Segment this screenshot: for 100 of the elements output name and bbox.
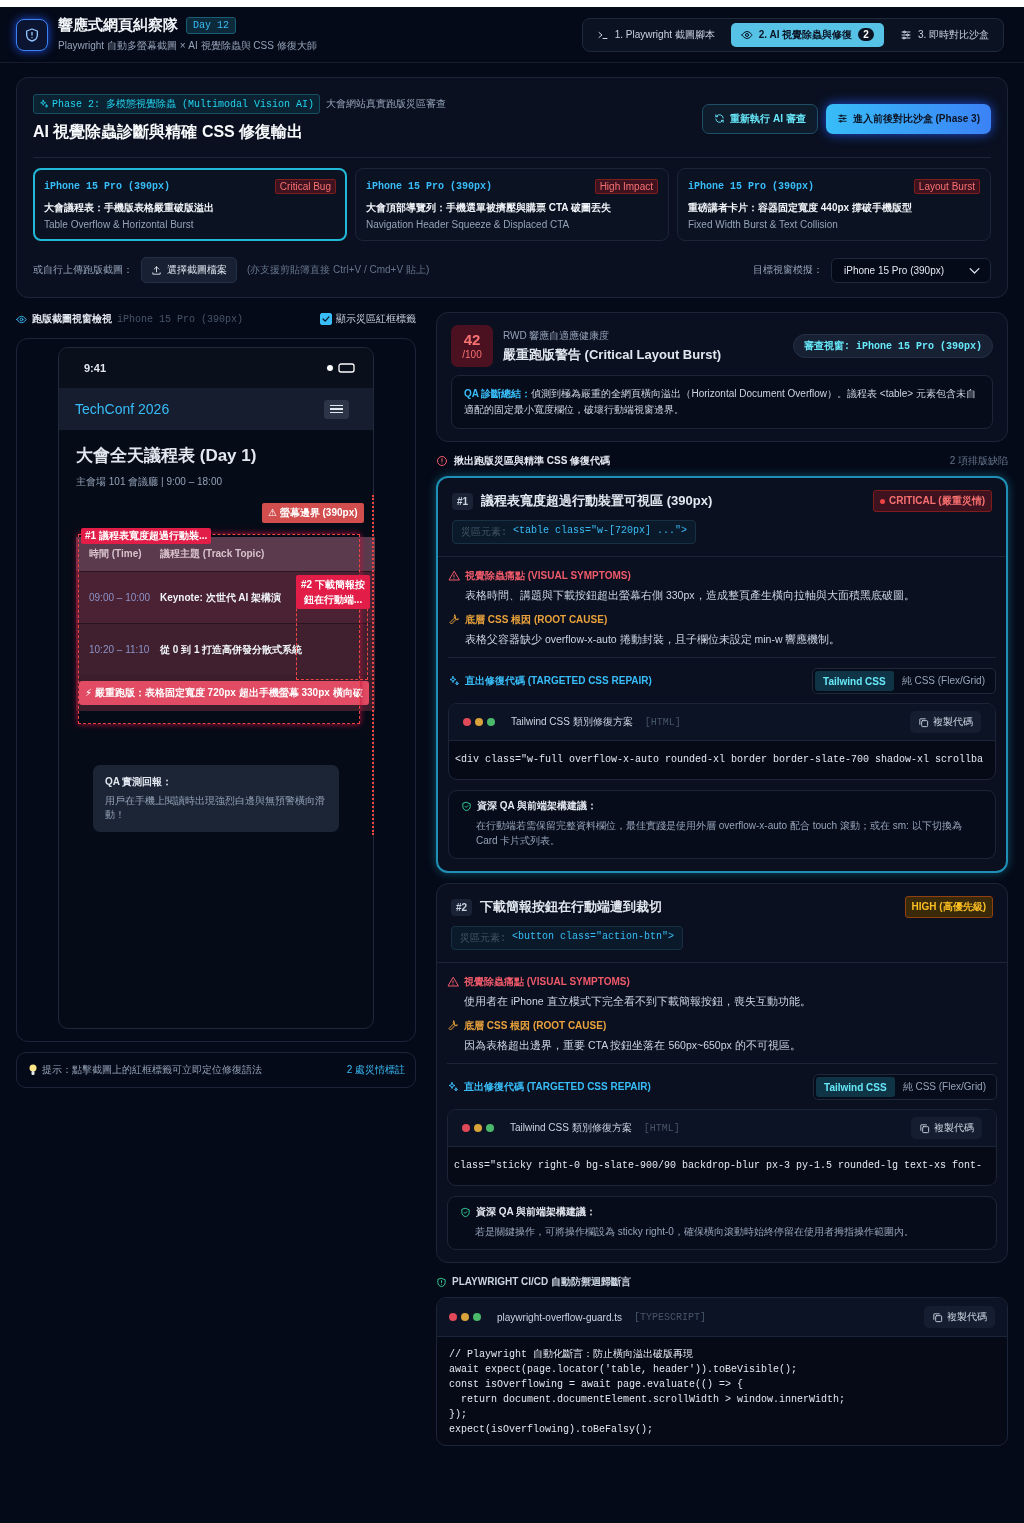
section-label: 視覺除蟲痛點 (VISUAL SYMPTOMS) xyxy=(464,975,630,989)
venue-text: 主會場 101 會議廳 | 9:00 – 18:00 xyxy=(76,475,223,489)
scenario-card[interactable]: iPhone 15 Pro (390px) Critical Bug 大會議程表：手機版表格嚴重破版溢出 Table Overflow & Horizontal Burst xyxy=(33,168,347,241)
cause-text: 表格父容器缺少 overflow-x-auto 捲動封裝，且子欄位未設定 min-w 響應機制。 xyxy=(465,633,842,647)
boundary-tag: ⚠ 螢幕邊界 (390px) xyxy=(262,503,364,523)
scenario-title: 重磅講者卡片：容器固定寬度 440px 撐破手機版型 xyxy=(688,201,913,215)
scenario-tag: High Impact xyxy=(594,179,658,194)
code-line: const isOverflowing = await page.evaluate(() => { xyxy=(449,1378,745,1392)
summary-text: QA 診斷總結：偵測到極為嚴重的全網頁橫向溢出（Horizontal Document Overflow）。議程表 <table> 元素包含未自適配的固定最小寬度欄位，破壞行動端視窗邊界。 xyxy=(451,375,993,429)
issue-card[interactable] xyxy=(436,883,1008,1263)
window-dot xyxy=(463,718,471,726)
preview-title: 跑版截圖視窗檢視 xyxy=(32,312,112,326)
window-dot xyxy=(462,1124,470,1132)
count-badge: 2 xyxy=(858,28,874,41)
wrench-icon xyxy=(447,1020,459,1032)
copy-button[interactable]: 複製代碼 xyxy=(910,711,981,733)
checkbox-label: 顯示災區紅框標籤 xyxy=(336,312,416,326)
cause-text: 因為表格超出邊界，重要 CTA 按鈕坐落在 560px~650px 的不可視區。 xyxy=(464,1039,802,1053)
check-icon xyxy=(321,314,331,324)
marker-label[interactable]: #2 下載簡報按鈕在行動端... xyxy=(296,575,370,609)
sliders-icon xyxy=(836,113,848,124)
issue-title: 下載簡報按鈕在行動端遭到裁切 xyxy=(480,898,663,916)
window-dot xyxy=(474,1124,482,1132)
copy-icon xyxy=(918,716,929,728)
code-tab[interactable]: Tailwind CSS xyxy=(816,1077,895,1097)
code-tab[interactable]: 純 CSS (Flex/Grid) xyxy=(893,671,993,691)
copy-icon xyxy=(932,1311,943,1323)
scenario-tag: Critical Bug xyxy=(274,179,336,194)
sparkle-icon xyxy=(448,675,460,687)
code-line: }); xyxy=(449,1408,468,1422)
advice-title: 資深 QA 與前端架構建議： xyxy=(477,799,598,813)
code-tab[interactable]: 純 CSS (Flex/Grid) xyxy=(894,1077,994,1097)
score-caption: RWD 響應自適應健康度 xyxy=(503,328,611,343)
advice-title: 資深 QA 與前端架構建議： xyxy=(476,1205,597,1219)
file-name: playwright-overflow-guard.ts xyxy=(497,1311,623,1323)
shield-check-icon xyxy=(461,800,472,812)
sandbox-button[interactable]: 進入前後對比沙盒 (Phase 3) xyxy=(825,103,991,134)
sparkle-icon xyxy=(447,1081,459,1093)
table-cell: Keynote: 次世代 AI 架構演 xyxy=(160,590,282,605)
alert-icon xyxy=(436,455,448,467)
day-badge: Day 12 xyxy=(186,17,236,34)
viewport-select[interactable]: iPhone 15 Pro (390px) xyxy=(831,257,991,283)
table-cell: 從 0 到 1 打造高併發分散式系統 xyxy=(160,642,303,657)
severity-badge: HIGH (高優先級) xyxy=(904,896,993,918)
scenario-title: 大會議程表：手機版表格嚴重破版溢出 xyxy=(44,201,215,215)
phase-tag: Phase 2: 多模態視覺除蟲 (Multimodal Vision AI) xyxy=(33,94,321,114)
code-language: [HTML] xyxy=(643,1122,680,1134)
wrench-icon xyxy=(448,614,460,626)
table-cell-text: 10:20 – 11:10 xyxy=(88,644,151,655)
step-tab[interactable]: 2. AI 視覺除蟲與修復 2 xyxy=(730,22,884,47)
shield-check-icon xyxy=(460,1206,471,1218)
column-header: 時間 (Time) xyxy=(88,547,143,561)
lightbulb-icon xyxy=(29,1064,37,1076)
viewport-pill: 審查視窗: iPhone 15 Pro (390px) xyxy=(792,334,993,358)
rerun-button[interactable]: 重新執行 AI 審查 xyxy=(702,103,818,134)
code-title: Tailwind CSS 類別修復方案 xyxy=(511,715,633,729)
upload-button[interactable]: 選擇截圖檔案 xyxy=(141,257,237,283)
warning-icon xyxy=(447,976,459,988)
upload-hint: (亦支援剪貼簿直接 Ctrl+V / Cmd+V 貼上) xyxy=(247,263,430,277)
copy-button[interactable]: 複製代碼 xyxy=(924,1306,995,1328)
scenario-card[interactable]: iPhone 15 Pro (390px) Layout Burst 重磅講者卡片：容器固定寬度 440px 撐破手機版型 Fixed Width Burst & Text Collision xyxy=(677,168,991,241)
issue-title: 議程表寬度超過行動裝置可視區 (390px) xyxy=(481,492,713,510)
code-tab[interactable]: Tailwind CSS xyxy=(815,671,894,691)
symptoms-text: 表格時間、講題與下載按鈕超出螢幕右側 330px，造成整頁產生橫向拉軸與大面積黑底破圖。 xyxy=(465,589,916,603)
section-label: 直出修復代碼 (TARGETED CSS REPAIR) xyxy=(464,1080,651,1094)
column-header: 議程主題 (Track Topic) xyxy=(160,547,265,561)
step-tab[interactable]: 3. 即時對比沙盒 xyxy=(889,22,999,47)
checkbox[interactable] xyxy=(320,313,332,325)
symptoms-text: 使用者在 iPhone 直立模式下完全看不到下載簡報按鈕，喪失互動功能。 xyxy=(464,995,812,1009)
menu-icon[interactable] xyxy=(324,399,349,419)
copy-button[interactable]: 複製代碼 xyxy=(911,1117,982,1139)
phase-caption: 大會網站真實跑版災區審查 xyxy=(326,97,447,111)
marker-label[interactable]: #1 議程表寬度超過行動裝... xyxy=(81,528,212,544)
window-dot xyxy=(449,1313,457,1321)
issue-count: 2 項排版缺陷 xyxy=(949,454,1008,468)
alert-banner: ⚡ 嚴重跑版：表格固定寬度 720px 超出手機螢幕 330px 橫向破 xyxy=(79,681,369,705)
code-language: [HTML] xyxy=(644,716,681,728)
window-dot xyxy=(486,1124,494,1132)
section-label: 底層 CSS 根因 (ROOT CAUSE) xyxy=(465,613,608,627)
viewport-label: 目標視窗模擬： xyxy=(753,263,823,277)
issue-number: #2 xyxy=(451,898,473,916)
section-title: 揪出跑版災區與精準 CSS 修復代碼 xyxy=(454,454,611,468)
app-title: 響應式網頁糾察隊 xyxy=(58,16,178,35)
phase-title: AI 視覺除蟲診斷與精確 CSS 修復輸出 xyxy=(33,122,305,142)
scenario-subtitle: Fixed Width Burst & Text Collision xyxy=(688,219,839,230)
scenario-subtitle: Navigation Header Squeeze & Displaced CTA xyxy=(366,219,571,230)
code-line: await expect(page.locator('table, header')).toBeVisible(); xyxy=(449,1363,799,1377)
scenario-card[interactable]: iPhone 15 Pro (390px) High Impact 大會頂部導覽列：手機選單被擠壓與購票 CTA 破圖丟失 Navigation Header Squeeze & Displaced CTA xyxy=(355,168,669,241)
page-heading: 大會全天議程表 (Day 1) xyxy=(76,445,258,467)
step-tab[interactable]: 1. Playwright 截圖腳本 xyxy=(586,22,725,47)
hint-text: 提示：點擊截圖上的紅框標籤可立即定位修復語法 xyxy=(42,1063,262,1077)
warning-icon xyxy=(448,570,460,582)
code-line: <div class="w-full overflow-x-auto rounded-xl border border-slate-700 shadow-xl scrollba xyxy=(454,753,985,767)
issue-card[interactable] xyxy=(436,476,1008,873)
advice-text: 若是關鍵操作，可將操作欄設為 sticky right-0，確保橫向滾動時始終停留在使用者拇指操作範圍內。 xyxy=(475,1225,915,1239)
shield-icon xyxy=(436,1276,447,1288)
code-line: expect(isOverflowing).toBeFalsy(); xyxy=(449,1423,655,1437)
code-title: Tailwind CSS 類別修復方案 xyxy=(510,1121,632,1135)
device-label: iPhone 15 Pro (390px) xyxy=(366,181,493,192)
status-icons xyxy=(326,363,356,373)
